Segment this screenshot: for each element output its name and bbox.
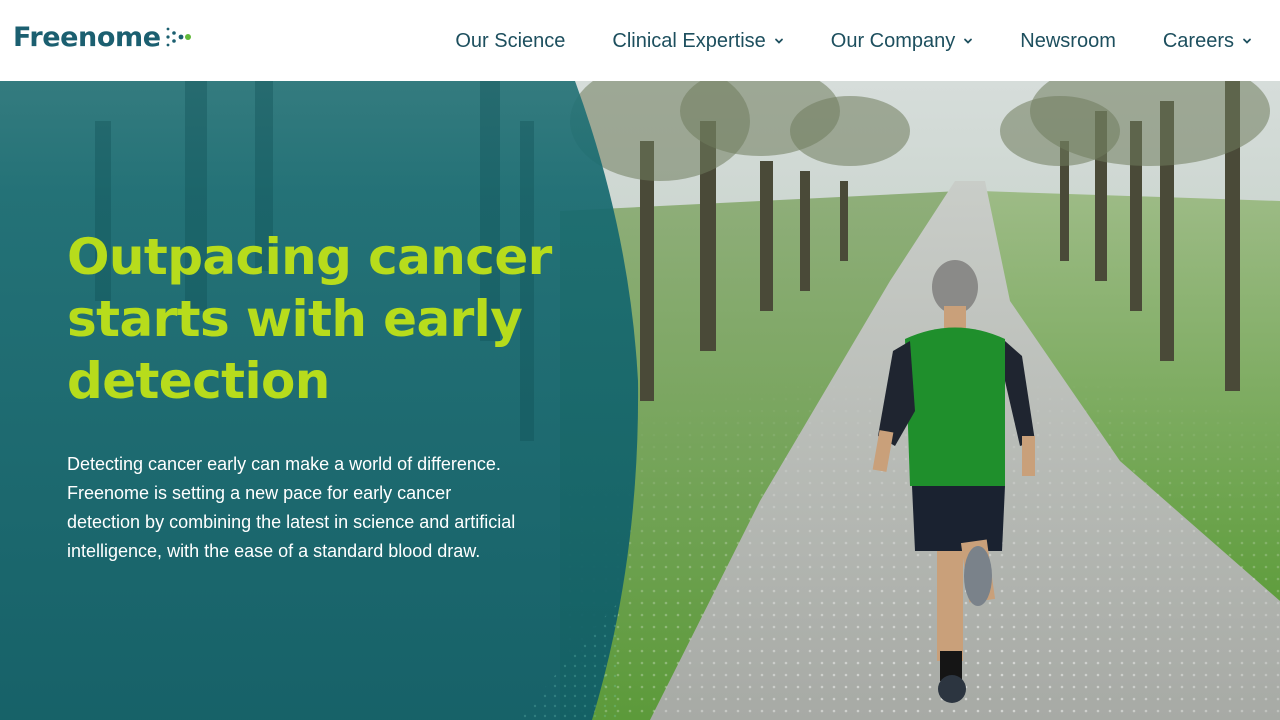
nav-label: Newsroom	[1020, 29, 1116, 52]
site-header: Freenome Our Science Clinical Expertise …	[0, 0, 1280, 81]
logo-wordmark: Freenome	[13, 21, 161, 53]
nav-label: Our Science	[455, 29, 566, 52]
hero-section: Outpacing cancer starts with early detec…	[0, 81, 1280, 720]
nav-label: Clinical Expertise	[612, 29, 766, 52]
hero-body-text: Detecting cancer early can make a world …	[67, 454, 516, 561]
chevron-down-icon	[774, 38, 783, 44]
chevron-down-icon	[1243, 38, 1251, 44]
freenome-logo[interactable]: Freenome	[13, 20, 192, 54]
nav-label: Our Company	[830, 29, 956, 52]
logo-dots-icon	[166, 27, 191, 47]
main-nav: Our Science Clinical Expertise Our Compa…	[455, 26, 1252, 56]
nav-clinical-expertise[interactable]: Clinical Expertise	[612, 30, 783, 53]
nav-our-company[interactable]: Our Company	[831, 30, 974, 53]
nav-careers[interactable]: Careers	[1163, 30, 1252, 53]
nav-newsroom[interactable]: Newsroom	[1020, 30, 1116, 53]
nav-our-science[interactable]: Our Science	[455, 30, 565, 53]
nav-label: Careers	[1162, 29, 1234, 52]
chevron-down-icon	[964, 38, 973, 44]
hero-headline: Outpacing cancer starts with early detec…	[67, 228, 552, 410]
